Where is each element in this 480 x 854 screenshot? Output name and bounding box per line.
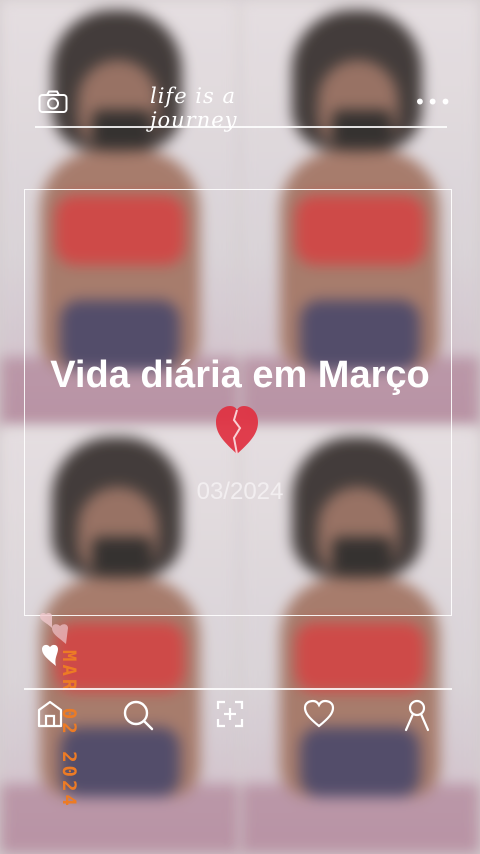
add-icon[interactable] — [214, 698, 250, 734]
top-bar: life is a journey ••• — [0, 80, 480, 132]
top-divider — [35, 126, 447, 128]
card-date: 03/2024 — [196, 478, 284, 505]
camera-icon[interactable] — [38, 90, 68, 114]
heart-icon[interactable] — [302, 698, 338, 734]
tagline: life is a journey — [150, 84, 238, 132]
home-icon[interactable] — [34, 698, 70, 734]
nav-divider — [24, 688, 452, 690]
broken-heart-emoji — [214, 400, 260, 458]
more-dots-icon[interactable]: ••• — [414, 92, 452, 112]
profile-icon[interactable] — [402, 698, 438, 734]
search-icon[interactable] — [121, 698, 157, 734]
bottom-nav — [0, 698, 480, 738]
card-title: Vida diária em Março — [50, 354, 430, 396]
